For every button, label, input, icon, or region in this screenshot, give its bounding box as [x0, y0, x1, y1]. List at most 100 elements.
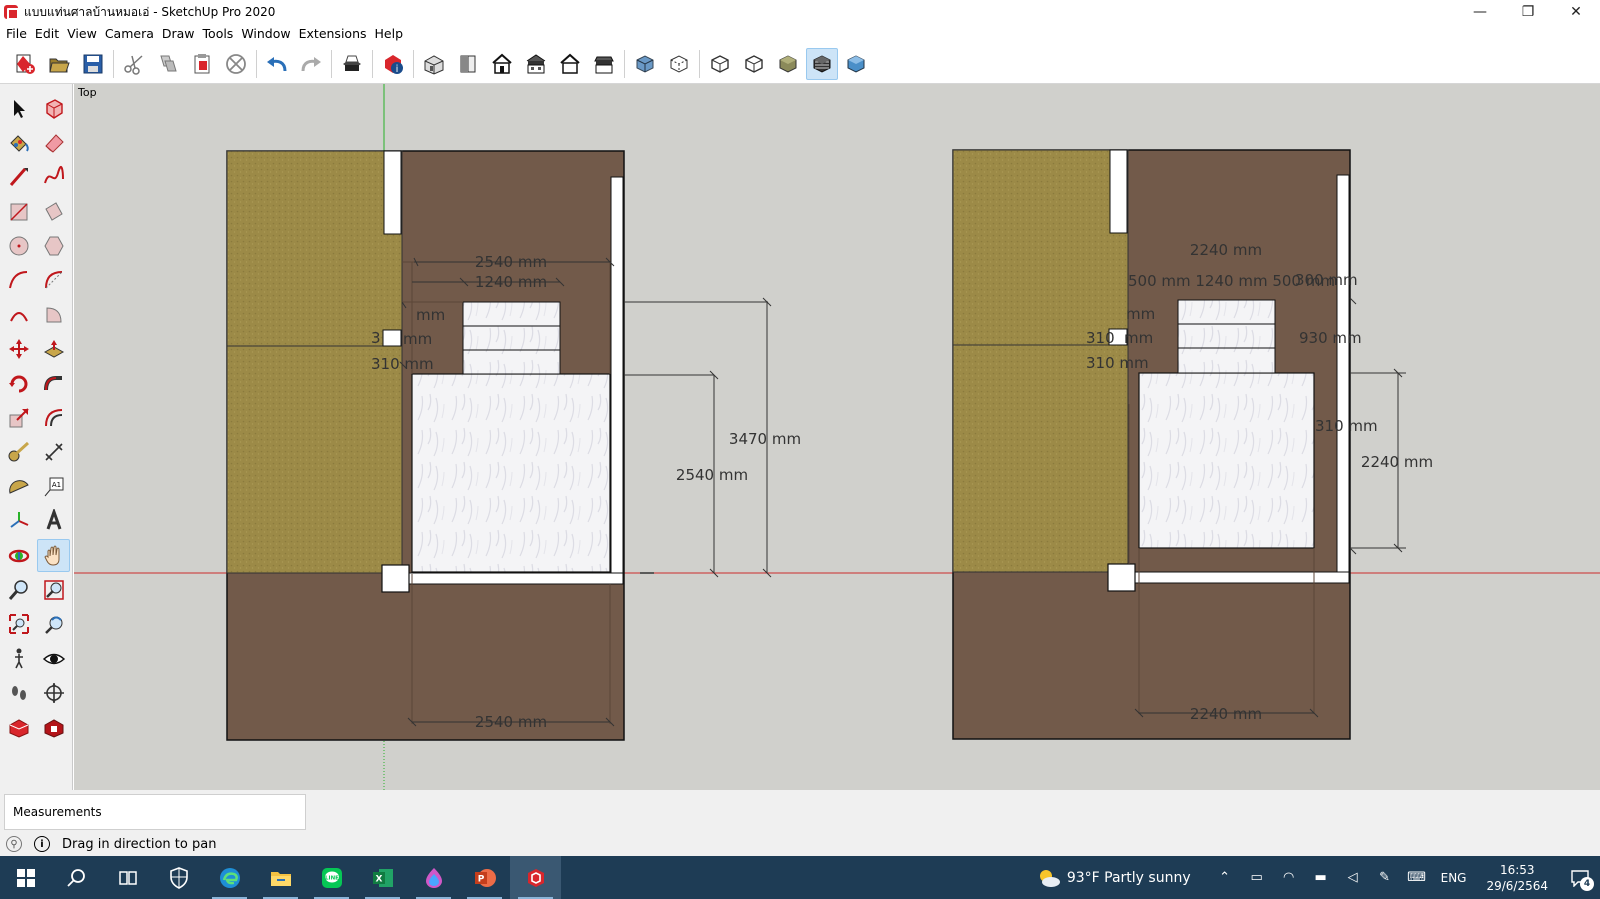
rectangle-icon[interactable]	[2, 195, 35, 228]
pan-icon[interactable]	[37, 539, 70, 573]
two-point-arc-icon[interactable]	[37, 264, 70, 297]
excel-icon[interactable]: X	[357, 856, 408, 899]
orbit-icon[interactable]	[2, 539, 35, 572]
iso-view-icon[interactable]	[418, 48, 450, 80]
keyboard-icon[interactable]: ⌨	[1401, 856, 1433, 899]
move-icon[interactable]	[2, 333, 35, 366]
copy-icon[interactable]	[152, 48, 184, 80]
select-icon[interactable]	[2, 92, 35, 125]
menu-extensions[interactable]: Extensions	[295, 24, 371, 44]
zoom-extents-icon[interactable]	[2, 608, 35, 641]
model-drawing[interactable]: 2540 mm 1240 mm mm 3 mm 310 mm 3470 mm 2…	[74, 84, 1600, 790]
menu-draw[interactable]: Draw	[158, 24, 199, 44]
measurements-input[interactable]	[128, 797, 305, 827]
dimension-icon[interactable]	[37, 436, 70, 469]
monochrome-icon[interactable]	[840, 48, 872, 80]
instructor-info-icon[interactable]: i	[34, 836, 50, 852]
look-around-icon[interactable]	[37, 642, 70, 675]
action-center-button[interactable]: 4	[1560, 856, 1600, 899]
print-icon[interactable]	[336, 48, 368, 80]
scale-icon[interactable]	[2, 402, 35, 435]
right-view-icon[interactable]	[520, 48, 552, 80]
circle-icon[interactable]	[2, 230, 35, 263]
start-icon[interactable]	[0, 856, 51, 899]
menu-help[interactable]: Help	[371, 24, 408, 44]
line-icon[interactable]	[2, 161, 35, 194]
erase-circle-icon[interactable]	[220, 48, 252, 80]
xray-icon[interactable]	[629, 48, 661, 80]
pie-icon[interactable]	[37, 298, 70, 331]
make-component-icon[interactable]	[37, 92, 70, 125]
three-point-arc-icon[interactable]	[2, 298, 35, 331]
paint-bucket-icon[interactable]	[2, 126, 35, 159]
position-camera-icon[interactable]	[2, 642, 35, 675]
rotated-rectangle-icon[interactable]	[37, 195, 70, 228]
cut-icon[interactable]	[118, 48, 150, 80]
weather-widget[interactable]: 93°F Partly sunny	[1037, 867, 1191, 889]
battery-icon[interactable]: ▬	[1305, 856, 1337, 899]
extension-warehouse-icon[interactable]	[37, 711, 70, 744]
right-model[interactable]	[952, 149, 1406, 740]
front-view-icon[interactable]	[486, 48, 518, 80]
pen-icon[interactable]: ✎	[1369, 856, 1401, 899]
eraser-icon[interactable]	[37, 126, 70, 159]
shaded-icon[interactable]	[772, 48, 804, 80]
menu-camera[interactable]: Camera	[101, 24, 158, 44]
modeling-viewport[interactable]: 2540 mm 1240 mm mm 3 mm 310 mm 3470 mm 2…	[74, 84, 1600, 790]
close-button[interactable]: ✕	[1552, 0, 1600, 24]
show-hidden-icons-icon[interactable]: ⌃	[1209, 856, 1241, 899]
volume-icon[interactable]: ◁	[1337, 856, 1369, 899]
top-view-icon[interactable]	[452, 48, 484, 80]
wireframe-icon[interactable]	[704, 48, 736, 80]
geo-location-icon[interactable]: ⚲	[6, 836, 22, 852]
minimize-button[interactable]: —	[1456, 0, 1504, 24]
menu-view[interactable]: View	[63, 24, 101, 44]
follow-me-icon[interactable]	[37, 367, 70, 400]
save-icon[interactable]	[77, 48, 109, 80]
zoom-window-icon[interactable]	[37, 573, 70, 606]
redo-icon[interactable]	[295, 48, 327, 80]
sketchup-app-icon[interactable]	[4, 5, 19, 20]
warehouse-icon[interactable]	[2, 711, 35, 744]
search-icon[interactable]	[51, 856, 102, 899]
input-language[interactable]: ENG	[1441, 871, 1467, 885]
menu-window[interactable]: Window	[237, 24, 294, 44]
rotate-icon[interactable]	[2, 367, 35, 400]
new-icon[interactable]	[9, 48, 41, 80]
menu-tools[interactable]: Tools	[199, 24, 238, 44]
protractor-icon[interactable]	[2, 470, 35, 503]
edge-icon[interactable]	[204, 856, 255, 899]
push-pull-icon[interactable]	[37, 333, 70, 366]
open-icon[interactable]	[43, 48, 75, 80]
freehand-icon[interactable]	[37, 161, 70, 194]
color-app-icon[interactable]	[408, 856, 459, 899]
maximize-button[interactable]: ❐	[1504, 0, 1552, 24]
text-icon[interactable]: A1	[37, 470, 70, 503]
axes-icon[interactable]	[2, 505, 35, 538]
wifi-icon[interactable]: ◠	[1273, 856, 1305, 899]
previous-view-icon[interactable]	[37, 608, 70, 641]
tape-measure-icon[interactable]	[2, 436, 35, 469]
undo-icon[interactable]	[261, 48, 293, 80]
polygon-icon[interactable]	[37, 230, 70, 263]
security-icon[interactable]	[153, 856, 204, 899]
menu-file[interactable]: File	[2, 24, 31, 44]
powerpoint-icon[interactable]: P	[459, 856, 510, 899]
task-view-icon[interactable]	[102, 856, 153, 899]
3d-text-icon[interactable]	[37, 505, 70, 538]
hidden-line-icon[interactable]	[738, 48, 770, 80]
paste-icon[interactable]	[186, 48, 218, 80]
sketchup-icon[interactable]	[510, 856, 561, 899]
arc-icon[interactable]	[2, 264, 35, 297]
line-app-icon[interactable]: LINE	[306, 856, 357, 899]
menu-edit[interactable]: Edit	[31, 24, 63, 44]
section-plane-icon[interactable]	[37, 677, 70, 710]
walk-icon[interactable]	[2, 677, 35, 710]
meet-now-icon[interactable]: ▭	[1241, 856, 1273, 899]
left-model[interactable]	[226, 150, 772, 741]
model-info-icon[interactable]: i	[377, 48, 409, 80]
offset-icon[interactable]	[37, 402, 70, 435]
zoom-icon[interactable]	[2, 573, 35, 606]
shaded-textures-icon[interactable]	[806, 47, 838, 80]
back-view-icon[interactable]	[554, 48, 586, 80]
